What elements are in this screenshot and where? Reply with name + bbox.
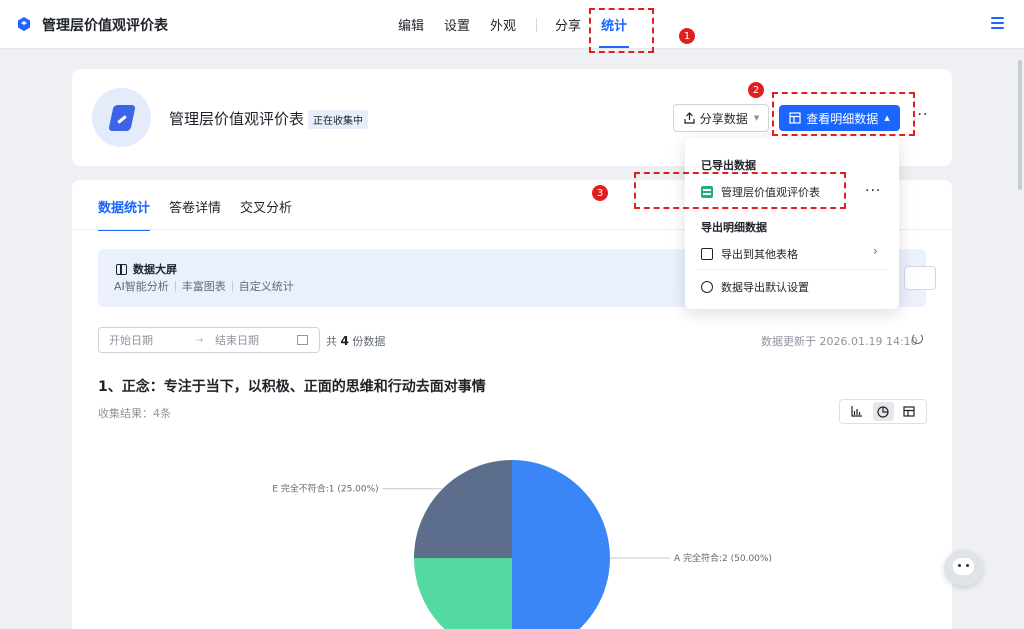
nav-divider bbox=[536, 17, 538, 32]
nav-settings[interactable]: 设置 bbox=[444, 15, 470, 34]
export-other-label: 导出到其他表格 bbox=[721, 248, 798, 261]
date-range-picker[interactable]: 开始日期 → 结束日期 bbox=[98, 327, 320, 353]
nav-edit[interactable]: 编辑 bbox=[398, 15, 424, 34]
share-data-button[interactable]: 分享数据 ▼ bbox=[673, 104, 769, 132]
dropdown-group-export-detail: 导出明细数据 bbox=[701, 221, 767, 234]
banner-tag: 自定义统计 bbox=[238, 280, 294, 293]
end-date-field[interactable]: 结束日期 bbox=[215, 332, 297, 348]
nav-appearance[interactable]: 外观 bbox=[490, 15, 516, 34]
arrow-right-icon: → bbox=[195, 334, 204, 346]
nav-share[interactable]: 分享 bbox=[555, 15, 581, 34]
app-logo-icon bbox=[18, 17, 30, 31]
pie-slice[interactable] bbox=[512, 460, 610, 629]
dropdown-divider bbox=[697, 269, 887, 270]
annotation-box-2 bbox=[772, 92, 915, 136]
chevron-right-icon: › bbox=[873, 244, 878, 258]
bar-chart-icon[interactable] bbox=[847, 402, 868, 421]
table-view-icon[interactable] bbox=[899, 402, 920, 421]
calendar-icon[interactable] bbox=[297, 335, 308, 345]
pie-label: E 完全不符合:1 (25.00%) bbox=[272, 483, 379, 495]
start-date-field[interactable]: 开始日期 bbox=[109, 332, 195, 348]
count-value: 4 bbox=[340, 334, 349, 348]
count-prefix: 共 bbox=[326, 335, 337, 348]
update-timestamp: 数据更新于 2026.01.19 14:10 bbox=[761, 335, 918, 348]
scrollbar[interactable] bbox=[1018, 60, 1022, 190]
banner-tag: 丰富图表 bbox=[176, 281, 233, 292]
question-title: 1、正念：专注于当下，以积极、正面的思维和行动去面对事情 bbox=[98, 379, 486, 395]
tab-answer-detail[interactable]: 答卷详情 bbox=[169, 197, 221, 216]
pie-chart: A 完全符合:2 (50.00%) E 完全不符合:1 (25.00%) bbox=[272, 460, 772, 629]
data-count: 共 4 份数据 bbox=[326, 333, 385, 349]
dashboard-icon bbox=[116, 263, 127, 275]
annotation-marker-1: 1 bbox=[679, 28, 695, 44]
chart-type-switch bbox=[839, 399, 927, 424]
pie-slice[interactable] bbox=[414, 460, 512, 558]
tab-cross-analysis[interactable]: 交叉分析 bbox=[240, 197, 292, 216]
banner-title-label: 数据大屏 bbox=[133, 263, 177, 276]
export-dropdown: 已导出数据 管理层价值观评价表 ··· 导出明细数据 导出到其他表格 › 数据导… bbox=[685, 138, 899, 309]
assistant-robot-icon[interactable] bbox=[944, 550, 983, 586]
banner-tags: AI智能分析 丰富图表 自定义统计 bbox=[114, 281, 300, 292]
export-other-sheet-item[interactable]: 导出到其他表格 bbox=[701, 246, 798, 262]
pie-slice[interactable] bbox=[414, 558, 512, 629]
annotation-marker-3: 3 bbox=[592, 185, 608, 201]
menu-icon[interactable] bbox=[991, 17, 1004, 29]
refresh-icon[interactable] bbox=[912, 333, 923, 344]
share-data-label: 分享数据 bbox=[699, 111, 748, 126]
banner-title: 数据大屏 bbox=[116, 261, 177, 277]
annotation-marker-2: 2 bbox=[748, 82, 764, 98]
dropdown-group-exported: 已导出数据 bbox=[701, 159, 756, 172]
share-icon bbox=[684, 112, 695, 124]
question-subtitle: 收集结果：4条 bbox=[98, 407, 171, 420]
status-badge: 正在收集中 bbox=[308, 110, 368, 129]
top-bar: 管理层价值观评价表 编辑 设置 外观 分享 统计 bbox=[0, 0, 1024, 49]
annotation-box-1 bbox=[589, 8, 654, 53]
count-suffix: 份数据 bbox=[352, 335, 386, 348]
annotation-box-3 bbox=[634, 172, 846, 209]
export-settings-label: 数据导出默认设置 bbox=[721, 281, 809, 294]
gear-icon bbox=[701, 281, 713, 293]
banner-tag: AI智能分析 bbox=[114, 281, 176, 292]
form-avatar-icon bbox=[92, 88, 151, 147]
banner-button[interactable] bbox=[904, 266, 936, 290]
form-title: 管理层价值观评价表 bbox=[169, 110, 305, 128]
stats-tabs: 数据统计 答卷详情 交叉分析 bbox=[98, 197, 311, 231]
caret-down-icon: ▼ bbox=[753, 114, 760, 122]
app-title: 管理层价值观评价表 bbox=[42, 18, 168, 34]
export-icon bbox=[701, 248, 713, 260]
tab-data-stats[interactable]: 数据统计 bbox=[98, 197, 151, 231]
exported-more-button[interactable]: ··· bbox=[865, 183, 881, 199]
pie-chart-icon[interactable] bbox=[872, 402, 894, 421]
pie-label: A 完全符合:2 (50.00%) bbox=[674, 552, 772, 564]
export-settings-item[interactable]: 数据导出默认设置 bbox=[701, 279, 809, 295]
